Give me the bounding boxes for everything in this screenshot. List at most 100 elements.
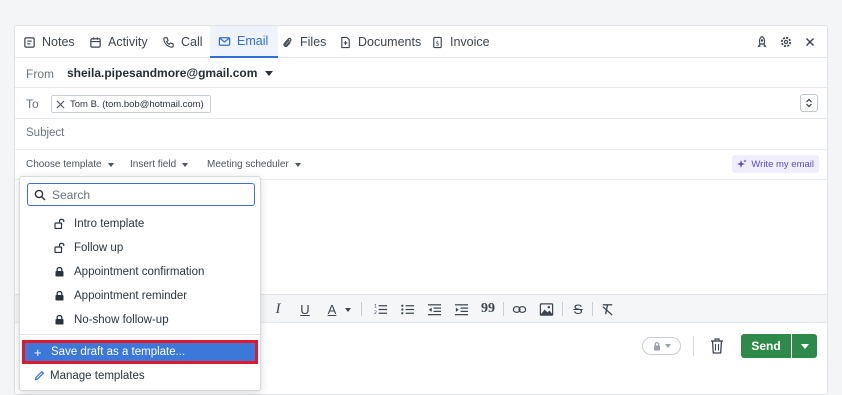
from-value: sheila.pipesandmore@gmail.com xyxy=(67,66,258,80)
choose-template-label: Choose template xyxy=(26,159,102,170)
meeting-scheduler-dropdown[interactable]: Meeting scheduler xyxy=(207,159,301,170)
template-search[interactable] xyxy=(27,183,255,206)
sparkle-icon xyxy=(737,159,747,168)
from-select[interactable]: sheila.pipesandmore@gmail.com xyxy=(67,66,274,80)
close-icon[interactable] xyxy=(56,100,65,109)
unlock-icon xyxy=(54,218,65,229)
tab-label: Activity xyxy=(108,35,148,49)
tab-label: Invoice xyxy=(450,35,490,49)
write-my-email-button[interactable]: Write my email xyxy=(732,155,819,173)
recipient-chip-label: Tom B. (tom.bob@hotmail.com) xyxy=(70,98,204,110)
recipient-chip: Tom B. (tom.bob@hotmail.com) xyxy=(51,95,211,113)
tab-invoice[interactable]: $ Invoice xyxy=(431,26,490,58)
invoice-icon: $ xyxy=(433,36,442,48)
plus-icon: + xyxy=(34,344,42,360)
mail-icon xyxy=(218,36,231,46)
send-button[interactable]: Send xyxy=(741,334,791,358)
from-row: From sheila.pipesandmore@gmail.com xyxy=(15,58,827,88)
template-dropdown: Intro template Follow up Appointment con… xyxy=(19,176,261,391)
footer-divider xyxy=(693,336,694,356)
search-input[interactable] xyxy=(52,187,242,202)
chevron-down-icon xyxy=(265,70,274,76)
close-icon[interactable] xyxy=(803,35,817,49)
tab-label: Files xyxy=(300,35,327,49)
chevron-down-icon xyxy=(107,162,114,167)
tab-call[interactable]: Call xyxy=(162,26,203,58)
template-item-label: No-show follow-up xyxy=(74,314,169,326)
template-item[interactable]: Intro template xyxy=(20,212,260,236)
trash-icon[interactable] xyxy=(708,336,726,356)
tab-files[interactable]: Files xyxy=(281,26,326,58)
tab-label: Notes xyxy=(42,35,75,49)
subject-field[interactable]: Subject xyxy=(26,127,64,139)
tab-notes[interactable]: Notes xyxy=(23,26,75,58)
chevron-down-icon xyxy=(294,162,301,167)
notes-icon xyxy=(24,36,35,48)
save-draft-as-template-button[interactable]: + Save draft as a template... xyxy=(22,340,258,364)
tab-activity[interactable]: Activity xyxy=(89,26,148,58)
meeting-scheduler-label: Meeting scheduler xyxy=(207,159,289,170)
to-label: To xyxy=(26,97,39,111)
lock-icon xyxy=(55,266,64,277)
send-options-button[interactable] xyxy=(792,334,817,358)
underline-icon[interactable]: U xyxy=(297,301,313,317)
privacy-toggle[interactable] xyxy=(642,337,681,355)
send-label: Send xyxy=(751,339,781,353)
pencil-icon xyxy=(34,370,45,381)
template-item[interactable]: Appointment reminder xyxy=(20,284,260,308)
chevron-down-icon xyxy=(800,343,809,349)
tab-label: Call xyxy=(181,35,203,49)
strikethrough-icon[interactable]: S xyxy=(570,301,586,317)
outdent-icon[interactable] xyxy=(426,301,442,317)
chevron-down-icon[interactable] xyxy=(345,308,351,312)
to-row: To Tom B. (tom.bob@hotmail.com) xyxy=(15,88,827,119)
choose-template-dropdown[interactable]: Choose template xyxy=(26,159,114,170)
manage-templates-button[interactable]: Manage templates xyxy=(20,365,260,387)
numbered-list-icon[interactable]: 12 xyxy=(372,301,388,317)
template-item-label: Intro template xyxy=(74,218,145,230)
svg-text:2: 2 xyxy=(373,310,376,316)
recipient-options-button[interactable] xyxy=(800,94,818,112)
subject-row[interactable]: Subject xyxy=(15,119,827,150)
italic-icon[interactable]: I xyxy=(270,301,286,317)
quote-icon[interactable]: 99 xyxy=(480,301,496,317)
template-item-label: Appointment confirmation xyxy=(74,266,205,278)
tab-label: Documents xyxy=(358,35,422,49)
image-icon[interactable] xyxy=(538,301,554,317)
svg-text:1: 1 xyxy=(373,303,376,309)
insert-field-dropdown[interactable]: Insert field xyxy=(130,159,189,170)
template-item-label: Appointment reminder xyxy=(74,290,188,302)
tab-documents[interactable]: Documents xyxy=(339,26,421,58)
dropdown-divider xyxy=(20,334,260,335)
lock-icon xyxy=(55,314,64,325)
unlock-icon xyxy=(54,242,65,253)
manage-templates-label: Manage templates xyxy=(50,370,145,382)
search-icon xyxy=(34,189,46,200)
paperclip-icon xyxy=(283,37,292,47)
link-icon[interactable] xyxy=(511,301,527,317)
template-item[interactable]: Follow up xyxy=(20,236,260,260)
toolbar-divider xyxy=(361,302,362,316)
toolbar-divider xyxy=(562,302,563,316)
write-my-email-label: Write my email xyxy=(751,158,814,170)
template-item[interactable]: No-show follow-up xyxy=(20,308,260,332)
rocket-icon[interactable] xyxy=(755,35,769,49)
template-item[interactable]: Appointment confirmation xyxy=(20,260,260,284)
chevron-up-down-icon xyxy=(806,98,812,108)
indent-icon[interactable] xyxy=(453,301,469,317)
clear-formatting-icon[interactable] xyxy=(599,301,615,317)
text-color-icon[interactable]: A xyxy=(324,301,340,317)
toolbar-divider xyxy=(503,302,504,316)
lock-icon xyxy=(654,342,660,351)
toolbar-divider xyxy=(592,302,593,316)
bullet-list-icon[interactable] xyxy=(399,301,415,317)
tab-label: Email xyxy=(237,34,269,48)
tab-email[interactable]: Email xyxy=(210,26,279,58)
template-item-label: Follow up xyxy=(74,242,124,254)
save-draft-label: Save draft as a template... xyxy=(51,346,186,358)
insert-field-label: Insert field xyxy=(130,159,177,170)
gear-icon[interactable] xyxy=(779,35,793,49)
activity-tabs: Notes Activity Call Email Files Document… xyxy=(15,26,827,58)
from-label: From xyxy=(26,67,54,81)
panel-actions xyxy=(755,35,817,49)
